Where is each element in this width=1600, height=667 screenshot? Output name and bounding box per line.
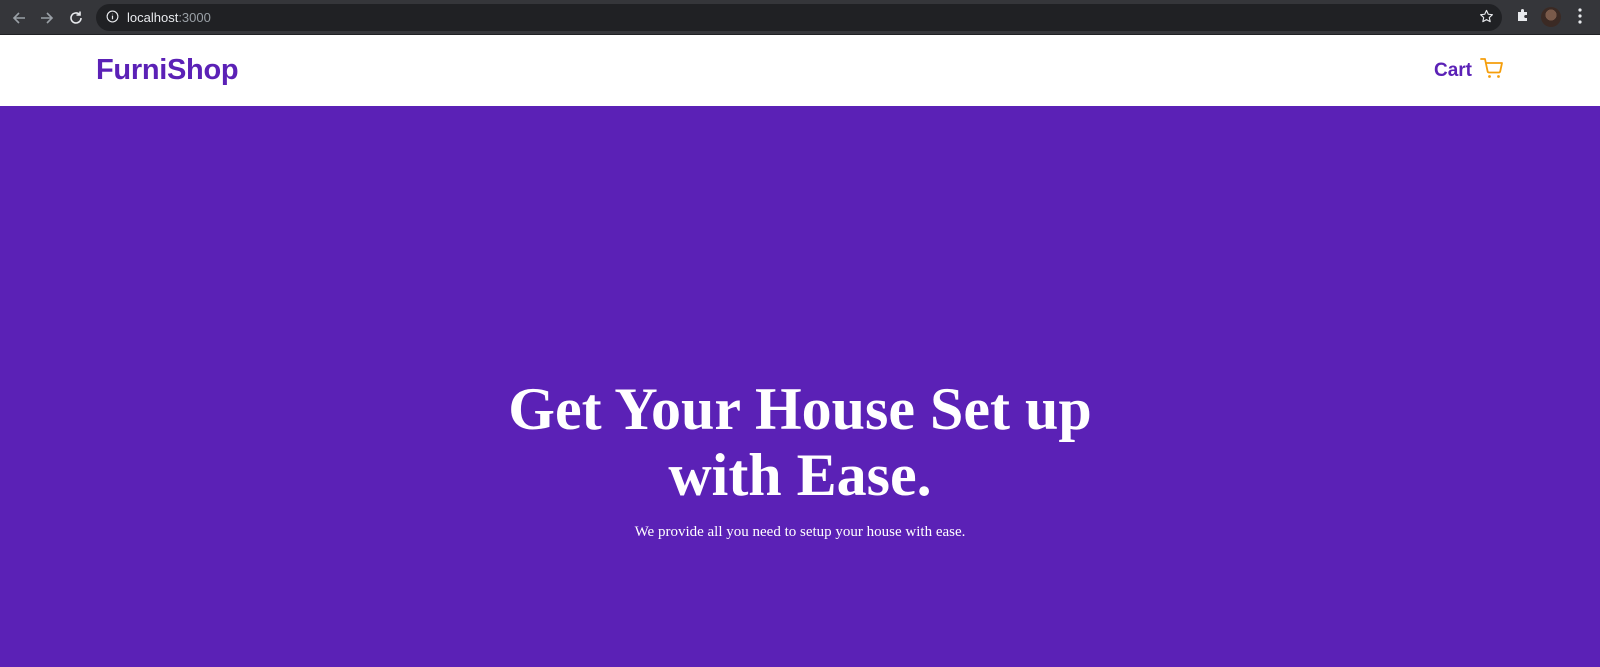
hero-subtitle: We provide all you need to setup your ho… — [634, 524, 966, 540]
cart-link[interactable]: Cart — [1434, 57, 1504, 84]
browser-toolbar: localhost:3000 — [0, 0, 1600, 35]
reload-icon[interactable] — [64, 6, 88, 30]
cart-label: Cart — [1434, 59, 1473, 81]
info-icon[interactable] — [106, 10, 119, 26]
hero-title-line-1: Get Your House Set up — [508, 376, 1092, 442]
address-bar[interactable]: localhost:3000 — [96, 4, 1502, 31]
url-host: localhost — [127, 10, 179, 25]
url-port: :3000 — [178, 10, 211, 25]
hero-title-line-2: with Ease. — [668, 442, 932, 508]
avatar[interactable] — [1541, 7, 1561, 27]
url-text: localhost:3000 — [119, 10, 211, 25]
back-arrow-icon[interactable] — [7, 6, 31, 30]
star-icon[interactable] — [1479, 9, 1494, 27]
kebab-menu-icon[interactable] — [1572, 7, 1588, 30]
hero-title: Get Your House Set up with Ease. — [400, 376, 1200, 508]
forward-arrow-icon[interactable] — [35, 6, 59, 30]
hero-section: Get Your House Set up with Ease. We prov… — [0, 106, 1600, 667]
site-header: FurniShop Cart — [0, 35, 1600, 106]
brand-logo[interactable]: FurniShop — [96, 54, 239, 87]
cart-icon — [1480, 57, 1504, 84]
puzzle-icon[interactable] — [1515, 7, 1531, 28]
